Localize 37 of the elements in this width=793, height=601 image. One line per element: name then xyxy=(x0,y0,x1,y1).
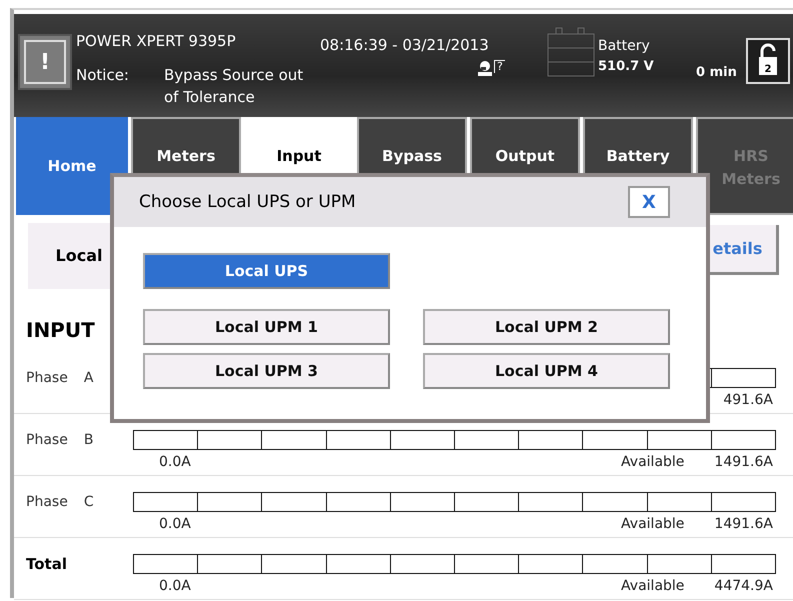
notice-label: Notice: xyxy=(76,65,130,86)
battery-icon xyxy=(546,26,596,78)
max-value: 1491.6A xyxy=(714,516,773,532)
available-label: Available xyxy=(621,578,684,594)
battery-voltage: 510.7 V xyxy=(598,59,655,74)
option-button[interactable]: Local UPS xyxy=(143,253,390,289)
help-mark: ? xyxy=(494,60,505,73)
row-label: Phase xyxy=(26,494,68,510)
min-value: 0.0A xyxy=(159,454,191,470)
phase-letter: B xyxy=(84,432,94,448)
available-label: Available xyxy=(621,454,684,470)
row-label: Phase xyxy=(26,370,68,386)
option-button[interactable]: Local UPM 3 xyxy=(143,353,390,389)
option-button[interactable]: Local UPM 1 xyxy=(143,309,390,345)
row-label: Phase xyxy=(26,432,68,448)
max-value: 4474.9A xyxy=(714,578,773,594)
notice-text: Bypass Source out of Tolerance xyxy=(164,65,304,108)
battery-label: Battery xyxy=(598,38,651,54)
phase-letter: A xyxy=(84,370,94,386)
option-button[interactable]: Local UPM 4 xyxy=(423,353,670,389)
min-value: 0.0A xyxy=(159,516,191,532)
section-title: INPUT xyxy=(26,318,95,342)
min-value: 0.0A xyxy=(159,578,191,594)
alert-button[interactable]: ! xyxy=(18,34,72,90)
row-label: Total xyxy=(26,555,67,573)
phase-letter: C xyxy=(84,494,94,510)
device-title: POWER XPERT 9395P xyxy=(76,32,237,50)
option-button[interactable]: Local UPM 2 xyxy=(423,309,670,345)
lock-button[interactable]: 2 xyxy=(746,38,790,84)
max-value: 491.6A xyxy=(723,392,773,408)
max-value: 1491.6A xyxy=(714,454,773,470)
home-button[interactable]: Home xyxy=(16,117,128,215)
available-label: Available xyxy=(621,516,684,532)
close-button[interactable]: X xyxy=(628,186,670,218)
person-icon xyxy=(477,60,493,76)
date-time: 08:16:39 - 03/21/2013 xyxy=(320,36,490,54)
battery-runtime: 0 min xyxy=(696,65,738,80)
